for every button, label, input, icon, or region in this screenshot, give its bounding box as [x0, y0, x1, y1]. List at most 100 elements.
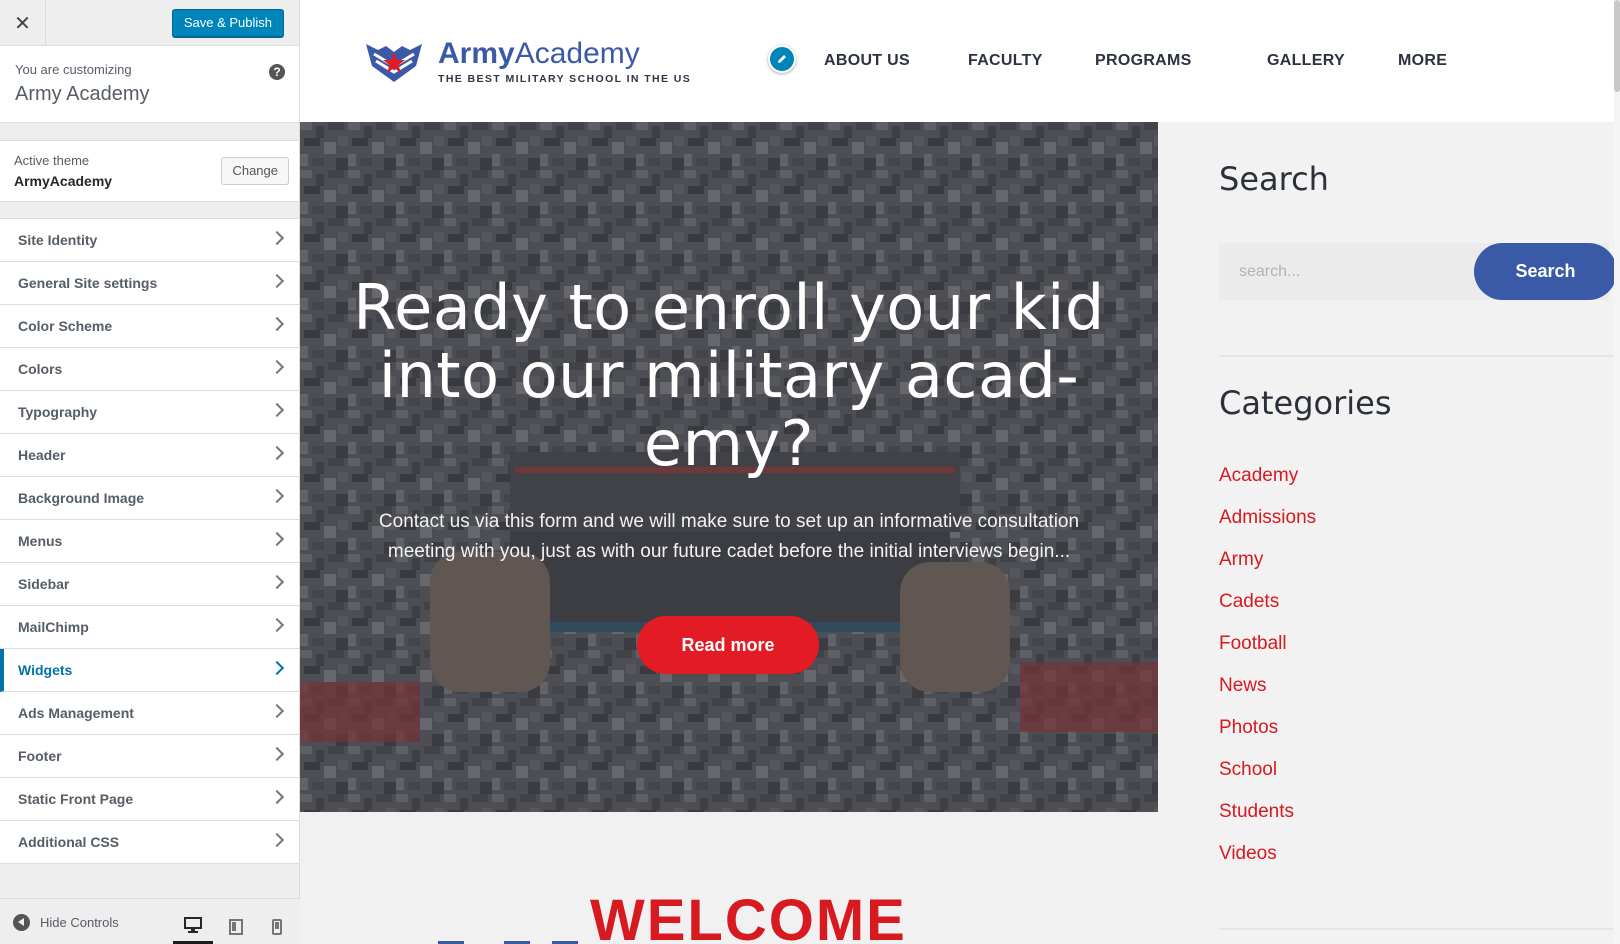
chevron-right-icon — [269, 660, 285, 676]
customizer-header: ✕ Save & Publish — [0, 0, 299, 46]
logo-tagline: THE BEST MILITARY SCHOOL IN THE US — [438, 73, 692, 85]
chevron-right-icon — [269, 359, 285, 375]
chevron-right-icon — [269, 445, 285, 461]
section-typography[interactable]: Typography — [0, 391, 299, 434]
mobile-icon[interactable] — [257, 909, 297, 944]
preview-scrollbar[interactable] — [1614, 0, 1620, 944]
section-label: Footer — [18, 748, 62, 764]
scrollbar-thumb[interactable] — [1614, 0, 1620, 92]
change-theme-button[interactable]: Change — [221, 157, 289, 185]
section-label: Header — [18, 447, 66, 463]
section-label: General Site settings — [18, 275, 158, 291]
category-link[interactable]: School — [1219, 759, 1277, 781]
hero-title-line: into our military acad- — [378, 339, 1080, 412]
read-more-button[interactable]: Read more — [637, 616, 819, 674]
site-preview: ArmyAcademy THE BEST MILITARY SCHOOL IN … — [300, 0, 1620, 944]
section-label: Color Scheme — [18, 318, 113, 334]
section-additional-css[interactable]: Additional CSS — [0, 821, 299, 864]
search-form: Search — [1219, 243, 1617, 300]
nav-more[interactable]: MORE — [1398, 52, 1447, 70]
chevron-right-icon — [269, 531, 285, 547]
section-label: Menus — [18, 533, 63, 549]
category-link[interactable]: Army — [1219, 549, 1263, 571]
chevron-right-icon — [269, 574, 285, 590]
chevron-right-icon — [269, 832, 285, 848]
site-title: Army Academy — [15, 83, 150, 105]
section-header[interactable]: Header — [0, 434, 299, 477]
categories-widget-title: Categories — [1219, 384, 1392, 422]
logo-brand-bold: Army — [438, 37, 515, 70]
section-label: Typography — [18, 404, 98, 420]
customizing-info: You are customizing Army Academy ? — [0, 46, 299, 123]
section-color-scheme[interactable]: Color Scheme — [0, 305, 299, 348]
customizer-sections: Site Identity General Site settings Colo… — [0, 218, 299, 864]
close-icon[interactable]: ✕ — [0, 0, 46, 46]
section-site-identity[interactable]: Site Identity — [0, 219, 299, 262]
category-link[interactable]: News — [1219, 675, 1267, 697]
chevron-right-icon — [269, 316, 285, 332]
chevron-right-icon — [269, 488, 285, 504]
section-label: Site Identity — [18, 232, 98, 248]
nav-gallery[interactable]: GALLERY — [1267, 52, 1345, 70]
hero-title-line: emy? — [643, 407, 815, 480]
chevron-right-icon — [269, 230, 285, 246]
category-link[interactable]: Students — [1219, 801, 1294, 823]
section-label: Ads Management — [18, 705, 134, 721]
welcome-heading: WELCOME — [590, 888, 907, 944]
section-widgets[interactable]: Widgets — [0, 649, 299, 692]
widget-divider — [1219, 355, 1620, 357]
section-ads-management[interactable]: Ads Management — [0, 692, 299, 735]
section-label: Sidebar — [18, 576, 70, 592]
army-wings-logo-icon — [366, 44, 422, 82]
section-background-image[interactable]: Background Image — [0, 477, 299, 520]
nav-faculty[interactable]: FACULTY — [968, 52, 1043, 70]
category-link[interactable]: Football — [1219, 633, 1287, 655]
section-general-site-settings[interactable]: General Site settings — [0, 262, 299, 305]
category-link[interactable]: Cadets — [1219, 591, 1279, 613]
chevron-right-icon — [269, 746, 285, 762]
logo-brand-regular: Academy — [514, 37, 640, 70]
chevron-right-icon — [269, 617, 285, 633]
chevron-right-icon — [269, 703, 285, 719]
section-label: Static Front Page — [18, 791, 134, 807]
hero-title: Ready to enroll your kid into our milita… — [340, 274, 1118, 478]
section-label: Colors — [18, 361, 63, 377]
category-link[interactable]: Photos — [1219, 717, 1278, 739]
site-logo[interactable]: ArmyAcademy THE BEST MILITARY SCHOOL IN … — [364, 38, 691, 86]
active-theme-box: Active theme ArmyAcademy Change — [0, 140, 299, 202]
section-menus[interactable]: Menus — [0, 520, 299, 563]
site-header: ArmyAcademy THE BEST MILITARY SCHOOL IN … — [300, 0, 1620, 122]
welcome-section: WELCOME — [300, 812, 1158, 944]
category-link[interactable]: Admissions — [1219, 507, 1316, 529]
search-widget-title: Search — [1219, 160, 1329, 198]
section-label: MailChimp — [18, 619, 89, 635]
section-mailchimp[interactable]: MailChimp — [0, 606, 299, 649]
section-footer[interactable]: Footer — [0, 735, 299, 778]
hero-title-line: Ready to enroll your kid — [353, 271, 1105, 344]
section-label: Background Image — [18, 490, 145, 506]
hide-controls-button[interactable]: Hide Controls — [13, 914, 119, 931]
help-icon[interactable]: ? — [269, 64, 285, 80]
tablet-icon[interactable] — [216, 909, 256, 944]
section-label: Widgets — [18, 662, 73, 678]
category-link[interactable]: Videos — [1219, 843, 1277, 865]
nav-programs[interactable]: PROGRAMS — [1095, 52, 1192, 70]
hero-slider: Ready to enroll your kid into our milita… — [300, 122, 1158, 812]
customizer-panel: ✕ Save & Publish You are customizing Arm… — [0, 0, 300, 944]
collapse-arrow-icon — [13, 914, 30, 931]
category-link[interactable]: Academy — [1219, 465, 1298, 487]
widget-divider — [1219, 928, 1620, 930]
edit-shortcut-pencil-icon[interactable] — [768, 45, 796, 73]
section-sidebar[interactable]: Sidebar — [0, 563, 299, 606]
site-sidebar: Search Search Categories Academy Admissi… — [1158, 122, 1620, 944]
search-input[interactable] — [1219, 243, 1479, 300]
section-label: Additional CSS — [18, 834, 120, 850]
section-colors[interactable]: Colors — [0, 348, 299, 391]
nav-about-us[interactable]: ABOUT US — [824, 52, 910, 70]
search-button[interactable]: Search — [1474, 243, 1617, 300]
chevron-right-icon — [269, 789, 285, 805]
section-static-front-page[interactable]: Static Front Page — [0, 778, 299, 821]
chevron-right-icon — [269, 402, 285, 418]
save-publish-button[interactable]: Save & Publish — [171, 9, 284, 37]
desktop-icon[interactable] — [173, 909, 213, 944]
